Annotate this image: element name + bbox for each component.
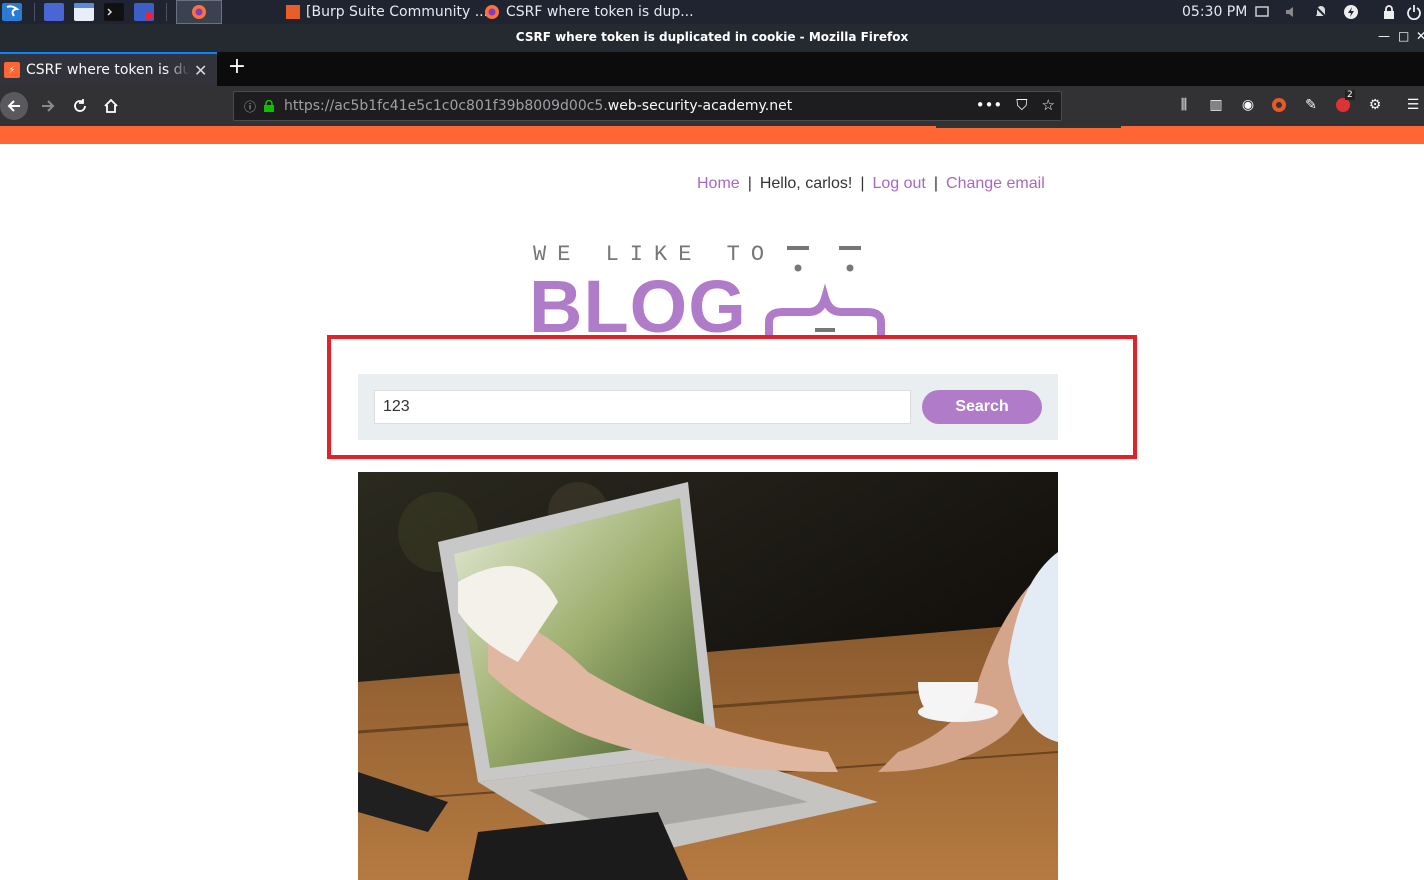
taskbar-item-burp[interactable]: [Burp Suite Community ... [280, 0, 494, 24]
bookmark-star-icon[interactable]: ☆ [1042, 96, 1055, 114]
search-panel: 123 Search [358, 374, 1058, 440]
app-menu-icon[interactable] [2, 0, 22, 24]
close-tab-icon[interactable]: ✕ [194, 61, 207, 80]
home-button[interactable] [99, 94, 123, 118]
change-email-link[interactable]: Change email [946, 175, 1045, 192]
logo-face-icon [765, 246, 885, 335]
system-taskbar: [Burp Suite Community ... CSRF where tok… [0, 0, 1424, 24]
back-button[interactable] [0, 92, 28, 120]
sidebar-icon[interactable]: ▥ [1207, 96, 1225, 114]
blog-logo: WE LIKE TO BLOG [529, 240, 889, 335]
handshake-laptop-image [358, 472, 1058, 880]
addon-badge-count: 2 [1345, 90, 1355, 100]
hamburger-menu-icon[interactable]: ☰ [1404, 96, 1422, 114]
search-input[interactable]: 123 [374, 390, 911, 424]
library-icon[interactable]: ⫼ [1175, 96, 1193, 114]
arrow-right-icon [42, 100, 55, 112]
addon-badge-icon[interactable]: 2 [1334, 90, 1355, 114]
nav-separator: | [933, 175, 939, 192]
minimize-icon[interactable]: — [1378, 29, 1390, 43]
power-icon[interactable] [1406, 4, 1422, 20]
home-link[interactable]: Home [697, 175, 740, 192]
logout-link[interactable]: Log out [872, 175, 925, 192]
reload-icon [74, 99, 86, 112]
logo-title: BLOG [529, 265, 747, 335]
notifications-off-icon[interactable] [1313, 4, 1329, 20]
tab-title: CSRF where token is duplicated in cookie [26, 62, 190, 78]
info-icon[interactable]: ⓘ [244, 98, 256, 115]
close-window-icon[interactable]: ✕ [1416, 29, 1424, 43]
firefox-launcher-icon[interactable] [176, 0, 222, 24]
screen-recorder-icon[interactable] [134, 0, 154, 24]
account-icon[interactable]: ◉ [1239, 96, 1257, 114]
reload-button[interactable] [68, 94, 92, 118]
blog-hero-image[interactable] [358, 472, 1058, 880]
maximize-icon[interactable]: □ [1398, 29, 1409, 43]
new-tab-button[interactable]: + [226, 56, 248, 80]
navigation-toolbar: ⓘ https://ac5b1fc41e5c1c0c801f39b8009d00… [0, 86, 1424, 126]
taskbar-item-label: CSRF where token is dup... [506, 4, 694, 20]
power-manager-icon[interactable] [1343, 4, 1359, 20]
home-icon [104, 98, 118, 113]
arrow-left-icon [7, 100, 20, 112]
display-icon[interactable] [1254, 4, 1270, 20]
url-prefix: https://ac5b1fc41e5c1c0c801f39b8009d00c5… [284, 98, 608, 114]
volume-icon[interactable] [1284, 4, 1300, 20]
window-title: CSRF where token is duplicated in cookie… [515, 30, 909, 44]
extension-icon[interactable]: ✎ [1302, 96, 1320, 114]
window-titlebar: CSRF where token is duplicated in cookie… [0, 24, 1424, 52]
url-text[interactable]: https://ac5b1fc41e5c1c0c801f39b8009d00c5… [284, 98, 792, 114]
secure-lock-icon[interactable] [264, 100, 275, 112]
pocket-icon[interactable]: ⛉ [1016, 96, 1027, 114]
forward-button[interactable] [36, 94, 60, 118]
tab-strip: ⚡ CSRF where token is duplicated in cook… [0, 52, 1424, 86]
portswigger-favicon-icon: ⚡ [4, 62, 20, 78]
page-actions-icon[interactable]: ••• [976, 96, 1003, 114]
taskbar-item-firefox[interactable]: CSRF where token is dup... [478, 0, 700, 24]
nav-separator: | [860, 175, 865, 192]
terminal-icon[interactable] [104, 0, 124, 24]
academy-header-bar [0, 126, 1424, 144]
firefox-icon [485, 5, 499, 19]
workspace-icon[interactable] [44, 0, 64, 24]
site-nav: Home | Hello, carlos! | Log out | Change email [697, 175, 1045, 193]
url-bar[interactable]: ⓘ https://ac5b1fc41e5c1c0c801f39b8009d00… [233, 91, 1062, 121]
user-greeting: Hello, carlos! [759, 175, 853, 192]
nav-separator: | [747, 175, 752, 192]
browser-tab[interactable]: ⚡ CSRF where token is duplicated in cook… [0, 52, 217, 86]
lock-icon[interactable] [1381, 4, 1397, 20]
url-domain: web-security-academy.net [607, 98, 793, 114]
burp-icon [286, 5, 300, 19]
file-manager-icon[interactable] [74, 0, 94, 24]
search-button[interactable]: Search [922, 390, 1042, 424]
clock[interactable]: 05:30 PM [1182, 0, 1247, 24]
taskbar-item-label: [Burp Suite Community ... [306, 4, 489, 20]
foxyproxy-icon[interactable] [1270, 96, 1288, 114]
extension-settings-icon[interactable]: ⚙ [1366, 96, 1384, 114]
